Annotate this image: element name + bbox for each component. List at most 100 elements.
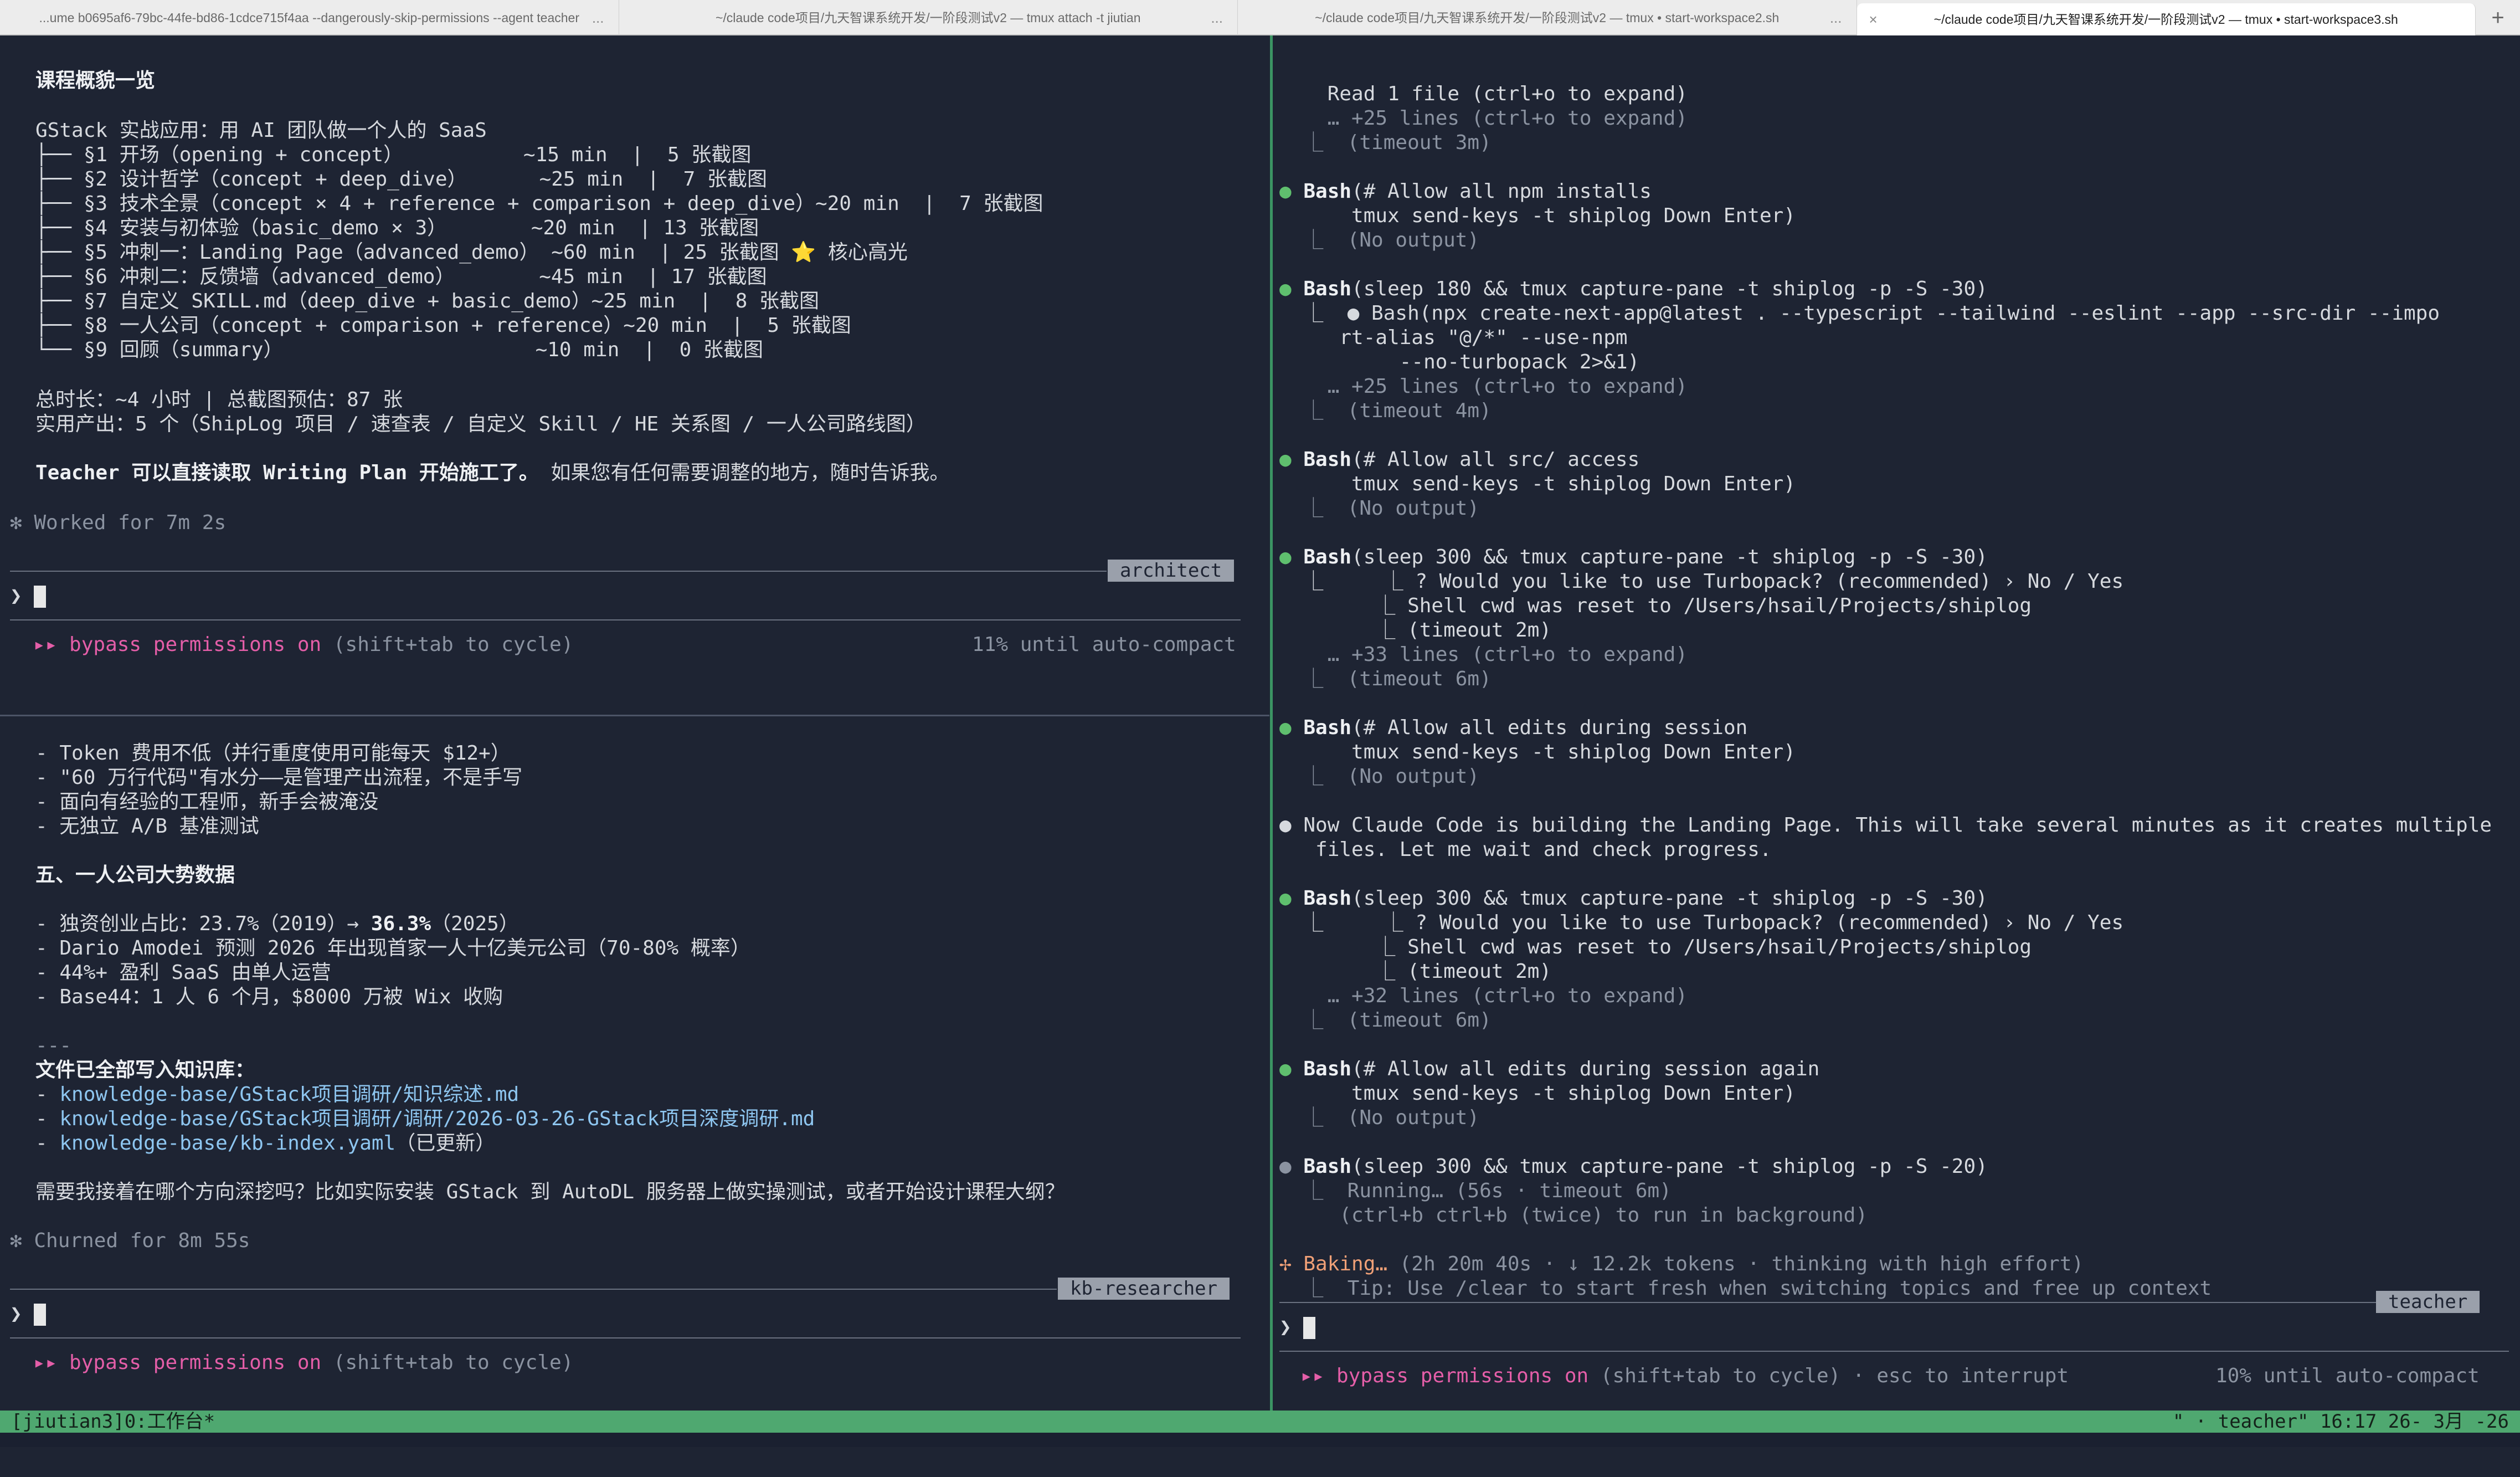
output-text[interactable]: … +25 lines (ctrl+o to expand) xyxy=(1279,375,1688,398)
tool-name: Bash xyxy=(1303,546,1352,568)
tool-name: Bash xyxy=(1303,716,1352,739)
prompt-line[interactable]: ❯ xyxy=(1279,1315,1316,1340)
prompt-line[interactable]: ❯ xyxy=(10,1302,47,1326)
output-text: tmux send-keys -t shiplog Down Enter) xyxy=(1279,741,1796,763)
output-text: ⎿ (No output) xyxy=(1279,497,1480,520)
stat-highlight: 36.3% xyxy=(371,912,431,935)
tool-output-line: ⎿ ⎿ ? Would you like to use Turbopack? (… xyxy=(1279,911,2123,935)
text-cursor xyxy=(34,586,47,608)
section-line: ├── §4 安装与初体验（basic_demo × 3） ~20 min | … xyxy=(35,217,759,239)
section-line: ├── §6 冲刺二：反馈墙（advanced_demo） ~45 min | … xyxy=(35,265,767,288)
file-item: - knowledge-base/GStack项目调研/知识综述.md xyxy=(35,1083,519,1107)
question-line: 需要我接着在哪个方向深挖吗？比如实际安装 GStack 到 AutoDL 服务器… xyxy=(35,1181,1065,1203)
pane-divider-vertical[interactable] xyxy=(1270,35,1273,1411)
output-text: tmux send-keys -t shiplog Down Enter) xyxy=(1279,1082,1796,1105)
new-tab-button[interactable]: + xyxy=(2476,0,2520,35)
con-line: - Token 费用不低（并行重度使用可能每天 $12+） xyxy=(35,742,511,765)
close-icon[interactable]: × xyxy=(1869,3,1878,35)
tool-call-line: ● Bash(# Allow all edits during session … xyxy=(1279,1057,1819,1081)
closing-rest: 如果您有任何需要调整的地方，随时告诉我。 xyxy=(538,461,950,484)
output-text: Read 1 file (ctrl+o to expand) xyxy=(1279,83,1688,105)
output-text: ⎿ ⎿ ? Would you like to use Turbopack? (… xyxy=(1279,911,2124,934)
kb-written-heading: 文件已全部写入知识库： xyxy=(35,1059,255,1081)
section-line: ├── §2 设计哲学（concept + deep_dive） ~25 min… xyxy=(35,168,767,191)
output-text[interactable]: … +25 lines (ctrl+o to expand) xyxy=(1279,107,1688,130)
output-text: ⎿ (timeout 2m) xyxy=(1279,619,1552,642)
prompt-line[interactable]: ❯ xyxy=(10,584,47,608)
divider xyxy=(10,571,1107,572)
tool-name: Bash xyxy=(1303,1155,1352,1178)
tab-3[interactable]: ~/claude code项目/九天智课系统开发/一阶段测试v2 — tmux … xyxy=(1238,0,1857,35)
output-text: ⎿ Tip: Use /clear to start fresh when sw… xyxy=(1279,1277,2212,1300)
bypass-status: ▸▸ bypass permissions on (shift+tab to c… xyxy=(1300,1364,2069,1388)
tool-output-line: rt-alias "@/*" --use-npm xyxy=(1279,326,1627,350)
divider xyxy=(10,619,1241,620)
stat-line: - 44%+ 盈利 SaaS 由单人运营 xyxy=(35,961,331,984)
tab-1[interactable]: ...ume b0695af6-79bc-44fe-bd86-1cdce715f… xyxy=(0,0,619,35)
tool-output-line: tmux send-keys -t shiplog Down Enter) xyxy=(1279,740,1796,765)
tab-label: ~/claude code项目/九天智课系统开发/一阶段测试v2 — tmux … xyxy=(1933,12,2398,27)
stat-line: - Base44：1 人 6 个月，$8000 万被 Wix 收购 xyxy=(35,986,503,1008)
text-cursor xyxy=(34,1304,47,1326)
tmux-window: 课程概貌一览 GStack 实战应用：用 AI 团队做一个人的 SaaS ├──… xyxy=(0,35,2520,1411)
output-text: ⎿ (timeout 6m) xyxy=(1279,668,1492,690)
output-text: ⎿ (timeout 2m) xyxy=(1279,960,1552,983)
progress-detail: (2h 20m 40s · ↓ 12.2k tokens · thinking … xyxy=(1387,1253,2084,1275)
tool-call-line: ● Bash(# Allow all edits during session xyxy=(1279,716,1747,740)
tool-args: (sleep 180 && tmux capture-pane -t shipl… xyxy=(1351,278,1988,300)
output-text: ⎿ (No output) xyxy=(1279,229,1480,252)
closing-bold: Teacher 可以直接读取 Writing Plan 开始施工了。 xyxy=(35,461,539,484)
status-dot-icon: ● xyxy=(1279,716,1292,739)
course-title: GStack 实战应用：用 AI 团队做一个人的 SaaS xyxy=(35,119,487,142)
tool-output-line: … +32 lines (ctrl+o to expand) xyxy=(1279,984,1688,1008)
tab-label: ~/claude code项目/九天智课系统开发/一阶段测试v2 — tmux … xyxy=(715,11,1141,25)
output-text: tmux send-keys -t shiplog Down Enter) xyxy=(1279,473,1796,495)
tool-args: (sleep 300 && tmux capture-pane -t shipl… xyxy=(1351,1155,1988,1178)
tool-call-line: ● Bash(sleep 300 && tmux capture-pane -t… xyxy=(1279,1155,1988,1179)
stat-text: - 独资创业占比：23.7%（2019）→ xyxy=(35,912,371,935)
output-text: (ctrl+b ctrl+b (twice) to run in backgro… xyxy=(1279,1204,1868,1227)
prompt-chevron-icon: ❯ xyxy=(10,1302,22,1325)
agent-label-architect: architect xyxy=(1108,560,1235,582)
architect-pane[interactable]: 课程概貌一览 GStack 实战应用：用 AI 团队做一个人的 SaaS ├──… xyxy=(0,35,1269,715)
session-window-label[interactable]: [jiutian3]0:工作台* xyxy=(11,1411,215,1433)
output-text: --no-turbopack 2>&1) xyxy=(1279,351,1640,373)
bypass-hint: (shift+tab to cycle) xyxy=(321,1351,574,1374)
file-link[interactable]: knowledge-base/GStack项目调研/调研/2026-03-26-… xyxy=(59,1107,815,1130)
tool-output-line: … +33 lines (ctrl+o to expand) xyxy=(1279,643,1688,667)
file-link[interactable]: knowledge-base/GStack项目调研/知识综述.md xyxy=(59,1083,519,1106)
file-item: - knowledge-base/kb-index.yaml（已更新） xyxy=(35,1131,495,1156)
tab-label: ~/claude code项目/九天智课系统开发/一阶段测试v2 — tmux … xyxy=(1315,11,1780,25)
autocompact-status: 11% until auto-compact xyxy=(972,633,1236,656)
output-text[interactable]: … +33 lines (ctrl+o to expand) xyxy=(1279,643,1688,666)
section-line: ├── §8 一人公司（concept + comparison + refer… xyxy=(35,314,851,337)
tab-4-active[interactable]: × ~/claude code项目/九天智课系统开发/一阶段测试v2 — tmu… xyxy=(1856,3,2476,35)
file-link[interactable]: knowledge-base/kb-index.yaml xyxy=(59,1132,395,1155)
output-text: ⎿ ● Bash(npx create-next-app@latest . --… xyxy=(1279,302,2440,325)
bypass-label: bypass permissions on xyxy=(69,1351,322,1374)
bypass-label: bypass permissions on xyxy=(69,633,322,656)
tab-2[interactable]: ~/claude code项目/九天智课系统开发/一阶段测试v2 — tmux … xyxy=(619,0,1238,35)
tool-output-line: ⎿ (timeout 2m) xyxy=(1279,618,1551,643)
teacher-pane[interactable]: Read 1 file (ctrl+o to expand) … +25 lin… xyxy=(1274,35,2520,1411)
pane-divider-horizontal[interactable] xyxy=(0,715,1269,716)
divider xyxy=(1279,1351,2509,1352)
output-text: tmux send-keys -t shiplog Down Enter) xyxy=(1279,204,1796,227)
output-text: ⎿ ⎿ ? Would you like to use Turbopack? (… xyxy=(1279,570,2124,593)
tool-output-line: ⎿ Shell cwd was reset to /Users/hsail/Pr… xyxy=(1279,935,2032,960)
prompt-chevron-icon: ❯ xyxy=(10,584,22,607)
tool-output-line: ⎿ (timeout 3m) xyxy=(1279,131,1491,155)
progress-line: ✢ Baking… (2h 20m 40s · ↓ 12.2k tokens ·… xyxy=(1279,1252,2084,1276)
tool-output-line: ⎿ (timeout 6m) xyxy=(1279,1008,1491,1033)
tool-call-line: ● Bash(sleep 180 && tmux capture-pane -t… xyxy=(1279,277,1988,301)
kb-researcher-pane[interactable]: - Token 费用不低（并行重度使用可能每天 $12+） - "60 万行代码… xyxy=(0,718,1269,1411)
tool-args: (sleep 300 && tmux capture-pane -t shipl… xyxy=(1351,546,1988,568)
autocompact-status: 10% until auto-compact xyxy=(2215,1365,2480,1387)
output-text[interactable]: … +32 lines (ctrl+o to expand) xyxy=(1279,984,1688,1007)
stat-line: - 独资创业占比：23.7%（2019）→ 36.3%（2025） xyxy=(35,912,519,936)
tool-args: (# Allow all edits during session xyxy=(1351,716,1748,739)
tool-output-line: ⎿ (No output) xyxy=(1279,1106,1479,1130)
tool-output-line: ⎿ Tip: Use /clear to start fresh when sw… xyxy=(1279,1276,2212,1301)
fast-forward-icon: ▸▸ xyxy=(33,1351,58,1374)
status-dot-icon: ● xyxy=(1279,546,1292,568)
